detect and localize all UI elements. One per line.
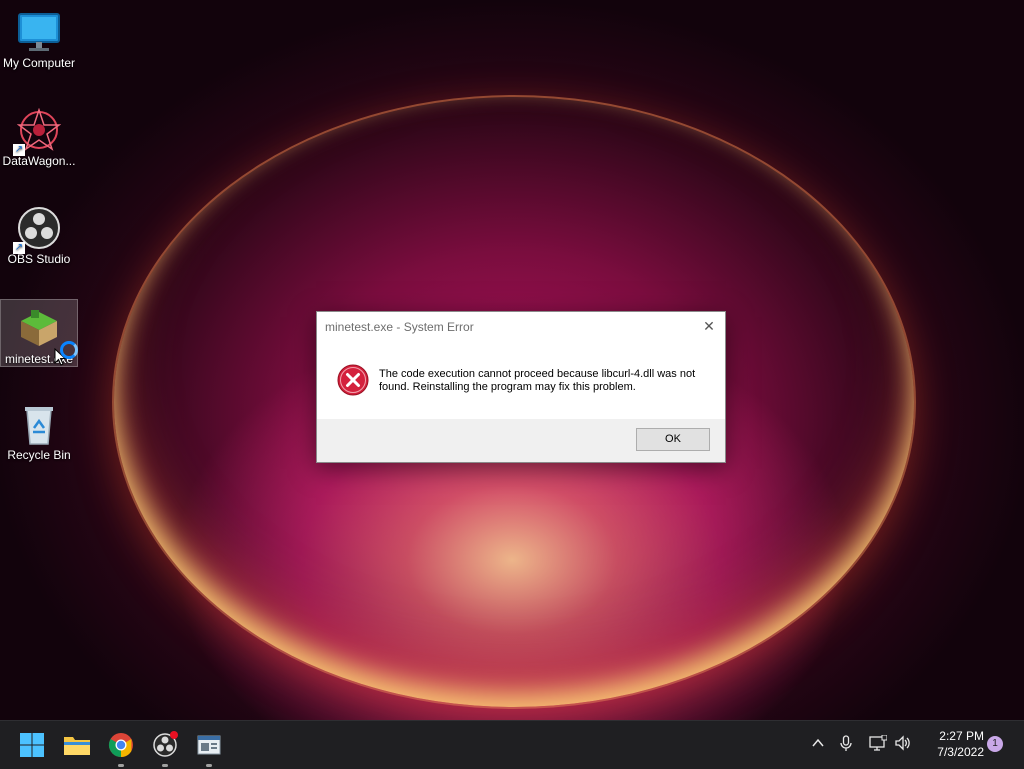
error-message: The code execution cannot proceed becaus… — [379, 368, 696, 393]
volume-icon — [895, 735, 910, 751]
ok-button[interactable]: OK — [636, 428, 710, 451]
tray-volume[interactable] — [894, 735, 912, 755]
running-indicator — [206, 764, 212, 767]
shortcut-arrow-icon: ↗ — [13, 144, 25, 156]
notification-badge[interactable]: 1 — [987, 736, 1003, 752]
start-icon — [20, 733, 44, 757]
running-indicator — [162, 764, 168, 767]
chevron-up-icon — [812, 738, 824, 747]
obs-icon — [153, 731, 178, 757]
desktop-icon-label: DataWagon... — [2, 154, 76, 168]
taskbar-file-explorer[interactable] — [61, 729, 93, 761]
obs-icon: ↗ — [13, 206, 61, 254]
desktop-icon-obs-studio[interactable]: ↗ OBS Studio — [0, 200, 78, 268]
shortcut-arrow-icon: ↗ — [13, 242, 25, 254]
taskbar-obs[interactable] — [149, 729, 181, 767]
dialog-title: minetest.exe - System Error — [325, 320, 474, 334]
network-icon — [869, 734, 888, 751]
loading-spinner-icon — [60, 341, 78, 359]
tray-network[interactable] — [869, 734, 888, 755]
desktop-icon-datawagon[interactable]: ↗ DataWagon... — [0, 102, 78, 170]
file-explorer-icon — [64, 737, 90, 755]
system-error-dialog: minetest.exe - System Error ✕ The code e… — [316, 311, 726, 463]
tray-microphone[interactable] — [838, 735, 854, 757]
taskbar-chrome[interactable] — [105, 729, 137, 767]
chrome-icon — [108, 733, 133, 757]
tray-overflow-button[interactable] — [810, 735, 826, 755]
clock-date: 7/3/2022 — [937, 745, 984, 759]
minetest-icon — [17, 306, 61, 350]
taskbar-app-window[interactable] — [193, 729, 225, 767]
error-icon — [337, 364, 369, 396]
datawagon-icon: ↗ — [13, 107, 62, 156]
start-button[interactable] — [16, 729, 48, 761]
close-icon[interactable]: ✕ — [699, 316, 719, 336]
clock-time: 2:27 PM — [939, 729, 984, 743]
desktop-icon-label: OBS Studio — [7, 252, 71, 266]
monitor-icon — [17, 10, 61, 54]
desktop-icon-recycle-bin[interactable]: Recycle Bin — [0, 396, 78, 464]
dialog-footer: OK — [317, 419, 725, 462]
running-indicator — [118, 764, 124, 767]
taskbar-clock[interactable]: 2:27 PM 7/3/2022 — [914, 728, 984, 760]
recycle-bin-icon — [17, 402, 61, 446]
microphone-icon — [840, 735, 852, 751]
desktop-icon-label: Recycle Bin — [7, 448, 71, 462]
app-window-icon — [197, 735, 221, 755]
desktop-icon-label: My Computer — [2, 56, 76, 70]
desktop-icon-my-computer[interactable]: My Computer — [0, 4, 78, 72]
taskbar: 2:27 PM 7/3/2022 1 — [0, 720, 1024, 769]
